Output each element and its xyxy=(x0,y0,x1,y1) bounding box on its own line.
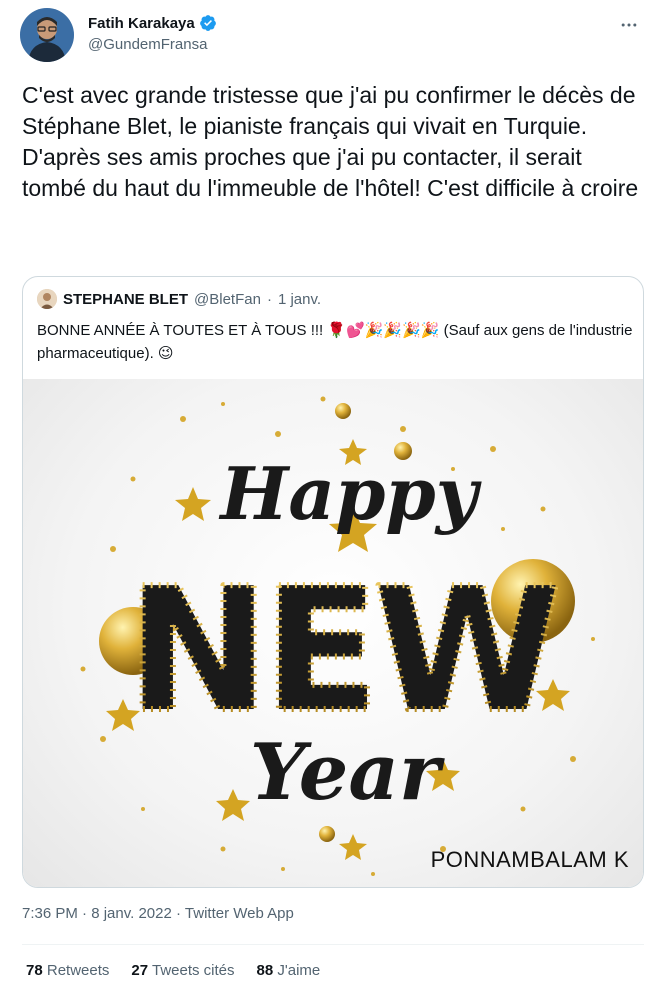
quote-text-start: BONNE ANNÉE À TOUTES ET À TOUS !!! xyxy=(37,322,328,339)
tweet-time-link[interactable]: 7:36 PM · 8 janv. 2022 xyxy=(22,905,172,922)
likes-label: J'aime xyxy=(277,962,321,979)
quote-tweets-count: 27 xyxy=(131,962,149,979)
tweet-paragraph: C'est avec grande tristesse que j'ai pu … xyxy=(22,82,636,139)
tweet: Fatih Karakaya @GundemFransa C'est avec … xyxy=(0,0,666,1000)
quote-image[interactable]: Happy NEW Year PONNAMBALAM K xyxy=(23,379,643,887)
tweet-date: 8 janv. 2022 xyxy=(91,905,172,922)
author-name-row: Fatih Karakaya xyxy=(88,12,217,34)
tweet-stats: 78 Retweets 27 Tweets cités 88 J'aime xyxy=(26,962,320,979)
happy-script-text: Happy xyxy=(218,451,481,536)
quote-avatar xyxy=(37,289,57,309)
tweet-paragraph: D'après ses amis proches que j'ai pu con… xyxy=(22,144,639,201)
quote-date: 1 janv. xyxy=(277,290,322,308)
wink-emoji: 😉 xyxy=(157,344,174,362)
tweet-source-link[interactable]: Twitter Web App xyxy=(185,905,294,922)
quoted-tweet-card[interactable]: STEPHANE BLET @BletFan · 1 janv. BONNE A… xyxy=(22,276,644,888)
quote-separator: · xyxy=(266,290,272,308)
tweet-text: C'est avec grande tristesse que j'ai pu … xyxy=(22,80,646,204)
author-name[interactable]: Fatih Karakaya xyxy=(88,15,195,32)
likes-stat[interactable]: 88 J'aime xyxy=(257,962,321,979)
retweets-stat[interactable]: 78 Retweets xyxy=(26,962,109,979)
small-ball xyxy=(335,403,351,419)
author-block: Fatih Karakaya @GundemFransa xyxy=(88,12,217,53)
author-handle[interactable]: @GundemFransa xyxy=(88,36,217,53)
verified-badge-icon xyxy=(199,14,217,32)
tweet-timestamp: 7:36 PM · 8 janv. 2022 · Twitter Web App xyxy=(22,905,294,922)
quote-header: STEPHANE BLET @BletFan · 1 janv. xyxy=(37,289,321,309)
quote-emojis: 🌹💕🎉🎉🎉🎉 xyxy=(327,321,440,339)
retweets-count: 78 xyxy=(26,962,43,979)
divider xyxy=(22,944,644,945)
retweets-label: Retweets xyxy=(46,962,110,979)
quote-author-name: STEPHANE BLET xyxy=(63,290,189,308)
likes-count: 88 xyxy=(256,962,274,979)
tweet-time: 7:36 PM xyxy=(22,905,78,922)
quote-tweets-label: Tweets cités xyxy=(151,962,235,979)
quote-author-handle: @BletFan xyxy=(194,290,261,308)
more-options-icon[interactable] xyxy=(618,14,640,36)
happy-new-year-artwork: Happy NEW Year xyxy=(80,396,595,876)
time-separator: · xyxy=(77,905,92,922)
small-ball xyxy=(319,826,335,842)
quote-tweets-stat[interactable]: 27 Tweets cités xyxy=(131,962,234,979)
source-separator: · xyxy=(171,905,185,922)
new-block-text: NEW xyxy=(127,552,556,750)
image-watermark: PONNAMBALAM K xyxy=(430,847,629,872)
author-avatar[interactable] xyxy=(20,8,74,62)
year-script-text: Year xyxy=(250,727,445,818)
quote-text: BONNE ANNÉE À TOUTES ET À TOUS !!! 🌹💕🎉🎉🎉… xyxy=(37,319,633,365)
